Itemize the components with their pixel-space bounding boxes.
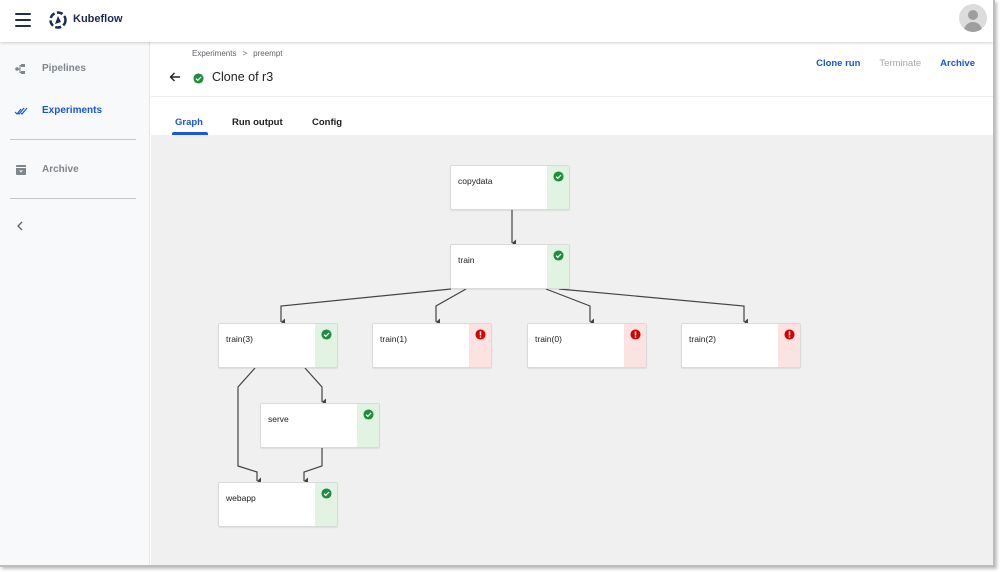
graph-canvas[interactable]: copydata train train(3) train(1) train(0) tra… [151, 135, 993, 565]
top-bar: Kubeflow [0, 0, 993, 42]
node-label: train(2) [689, 334, 716, 344]
run-actions: Clone run Terminate Archive [797, 58, 975, 69]
success-check-icon [553, 250, 564, 261]
brand-name[interactable]: Kubeflow [73, 13, 123, 25]
success-check-icon [193, 73, 204, 84]
error-icon [784, 329, 795, 340]
back-arrow-icon[interactable] [168, 70, 182, 84]
graph-edge-train-to-train2 [558, 288, 748, 326]
archive-icon [16, 165, 26, 175]
tab-graph[interactable]: Graph [175, 117, 203, 128]
error-icon [475, 329, 486, 340]
graph-edge-train3-to-webapp [237, 367, 261, 485]
graph-node-train3[interactable]: train(3) [218, 323, 338, 368]
user-avatar-icon[interactable] [959, 4, 987, 32]
success-check-icon [363, 409, 374, 420]
pipelines-icon [15, 64, 25, 74]
clone-run-button[interactable]: Clone run [816, 58, 860, 69]
graph-edge-train-to-train0 [545, 288, 594, 326]
success-check-icon [321, 329, 332, 340]
experiments-icon [14, 107, 28, 115]
kubeflow-logo-icon[interactable] [49, 11, 67, 29]
graph-node-webapp[interactable]: webapp [218, 482, 338, 527]
graph-node-copydata[interactable]: copydata [450, 165, 570, 210]
sidebar-item-label: Pipelines [42, 63, 86, 74]
hamburger-menu-icon[interactable] [15, 13, 31, 27]
tab-run-output[interactable]: Run output [232, 117, 283, 128]
sidebar-item-label: Experiments [42, 105, 103, 116]
tab-config[interactable]: Config [312, 117, 342, 128]
node-label: train(3) [226, 334, 253, 344]
page-title: Clone of r3 [212, 70, 274, 84]
sidebar-item-pipelines[interactable]: Pipelines [0, 53, 150, 83]
node-label: train(0) [535, 334, 562, 344]
node-label: copydata [458, 176, 493, 186]
sidebar-item-experiments[interactable]: Experiments [0, 95, 150, 125]
node-label: webapp [226, 493, 256, 503]
node-label: train [458, 255, 475, 265]
sidebar-divider [10, 139, 136, 140]
graph-edge-train-to-train1 [435, 288, 467, 326]
chevron-left-icon[interactable] [14, 219, 26, 233]
success-check-icon [553, 171, 564, 182]
breadcrumb-experiment-name[interactable]: preempt [253, 49, 282, 58]
sidebar-item-archive[interactable]: Archive [0, 154, 150, 184]
sidebar-divider [10, 198, 136, 199]
sidebar-item-label: Archive [42, 164, 79, 175]
graph-node-train1[interactable]: train(1) [372, 323, 492, 368]
graph-edge-train3-to-serve [304, 367, 326, 406]
graph-edge-train-to-train3 [280, 288, 452, 326]
breadcrumb-experiments[interactable]: Experiments [192, 49, 236, 58]
archive-button[interactable]: Archive [940, 58, 975, 69]
error-icon [630, 329, 641, 340]
graph-node-train0[interactable]: train(0) [527, 323, 647, 368]
success-check-icon [321, 488, 332, 499]
breadcrumb: Experiments > preempt [192, 49, 283, 58]
app-window: Kubeflow Pipelines Experiments Archive E… [0, 0, 995, 567]
sidebar: Pipelines Experiments Archive [0, 42, 150, 565]
breadcrumb-separator: > [242, 49, 248, 58]
node-label: train(1) [380, 334, 407, 344]
graph-edge-serve-to-webapp [303, 448, 323, 485]
graph-node-train2[interactable]: train(2) [681, 323, 801, 368]
graph-node-train[interactable]: train [450, 244, 570, 289]
node-label: serve [268, 414, 289, 424]
terminate-button[interactable]: Terminate [879, 58, 921, 69]
tab-bar: Graph Run output Config [151, 97, 993, 135]
run-header: Experiments > preempt Clone of r3 Clone ru… [151, 42, 993, 97]
graph-node-serve[interactable]: serve [260, 403, 380, 448]
